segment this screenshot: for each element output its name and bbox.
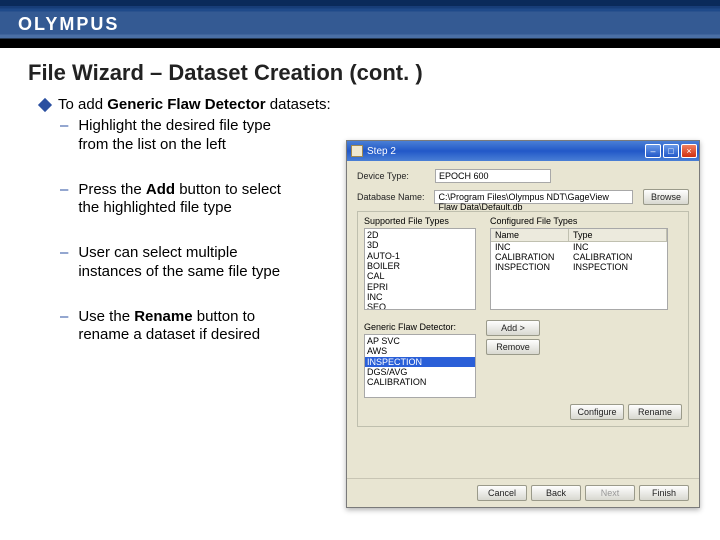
database-name-field[interactable]: C:\Program Files\Olympus NDT\GageView Fl… bbox=[434, 190, 633, 204]
list-item[interactable]: INC bbox=[367, 292, 473, 302]
intro-prefix: To add bbox=[58, 96, 107, 113]
sub-bullet: –Use the Rename button to rename a datas… bbox=[60, 308, 300, 346]
list-item[interactable]: 3D bbox=[367, 240, 473, 250]
database-name-row: Database Name: C:\Program Files\Olympus … bbox=[357, 189, 689, 205]
device-type-label: Device Type: bbox=[357, 171, 429, 181]
intro-suffix: datasets: bbox=[266, 96, 331, 113]
supported-label: Supported File Types bbox=[364, 216, 476, 226]
cell-type: INSPECTION bbox=[569, 262, 667, 272]
sub-bullet-list: –Highlight the desired file type from th… bbox=[60, 117, 300, 345]
sub-bullet-text: Press the Add button to select the highl… bbox=[78, 181, 300, 219]
wizard-dialog: Step 2 – □ × Device Type: EPOCH 600 Data… bbox=[346, 140, 700, 508]
sub-bullet: –Highlight the desired file type from th… bbox=[60, 117, 300, 155]
panel-columns: Supported File Types 2D3DAUTO-1BOILERCAL… bbox=[364, 216, 682, 310]
list-item[interactable]: BOILER bbox=[367, 261, 473, 271]
list-item[interactable]: 2D bbox=[367, 230, 473, 240]
th-type: Type bbox=[569, 229, 667, 241]
remove-button[interactable]: Remove bbox=[486, 339, 540, 355]
cell-name: INSPECTION bbox=[491, 262, 569, 272]
sub-bullet-text: Use the Rename button to rename a datase… bbox=[78, 308, 300, 346]
sub-bullet: –Press the Add button to select the high… bbox=[60, 181, 300, 219]
table-body: INCINCCALIBRATIONCALIBRATIONINSPECTIONIN… bbox=[491, 242, 667, 272]
sub-bullet: –User can select multiple instances of t… bbox=[60, 244, 300, 282]
add-button[interactable]: Add > bbox=[486, 320, 540, 336]
dash-icon: – bbox=[60, 117, 68, 155]
bullet1-text: To add Generic Flaw Detector datasets: bbox=[58, 96, 331, 113]
rename-button[interactable]: Rename bbox=[628, 404, 682, 420]
list-item[interactable]: CAL bbox=[367, 271, 473, 281]
device-type-field[interactable]: EPOCH 600 bbox=[435, 169, 551, 183]
list-item[interactable]: INSPECTION bbox=[365, 357, 475, 367]
configure-button[interactable]: Configure bbox=[570, 404, 624, 420]
brand-logo: OLYMPUS bbox=[18, 14, 119, 35]
window-buttons: – □ × bbox=[645, 144, 697, 158]
dash-icon: – bbox=[60, 308, 68, 346]
configure-rename-buttons: Configure Rename bbox=[364, 404, 682, 420]
cell-name: INC bbox=[491, 242, 569, 252]
dash-icon: – bbox=[60, 244, 68, 282]
list-item[interactable]: CALIBRATION bbox=[367, 377, 473, 387]
th-name: Name bbox=[491, 229, 569, 241]
close-button[interactable]: × bbox=[681, 144, 697, 158]
brand-banner: OLYMPUS bbox=[0, 0, 720, 48]
list-item[interactable]: AWS bbox=[367, 346, 473, 356]
device-type-row: Device Type: EPOCH 600 bbox=[357, 169, 689, 183]
dialog-body: Device Type: EPOCH 600 Database Name: C:… bbox=[347, 161, 699, 435]
cancel-button[interactable]: Cancel bbox=[477, 485, 527, 501]
generic-flaw-detector-list[interactable]: AP SVCAWSINSPECTIONDGS/AVGCALIBRATION bbox=[364, 334, 476, 398]
file-types-panel: Supported File Types 2D3DAUTO-1BOILERCAL… bbox=[357, 211, 689, 427]
back-button[interactable]: Back bbox=[531, 485, 581, 501]
cell-type: INC bbox=[569, 242, 667, 252]
cell-type: CALIBRATION bbox=[569, 252, 667, 262]
sub-bullet-text: Highlight the desired file type from the… bbox=[78, 117, 300, 155]
slide-title: File Wizard – Dataset Creation (cont. ) bbox=[28, 60, 720, 86]
table-header: Name Type bbox=[491, 229, 667, 242]
wizard-footer: Cancel Back Next Finish bbox=[347, 478, 699, 507]
supported-file-types-list[interactable]: 2D3DAUTO-1BOILERCALEPRIINCSEQSEQ+CPT2D+C… bbox=[364, 228, 476, 310]
supported-column: Supported File Types 2D3DAUTO-1BOILERCAL… bbox=[364, 216, 476, 310]
window-icon bbox=[351, 145, 363, 157]
intro-bold: Generic Flaw Detector bbox=[107, 96, 265, 113]
table-row[interactable]: INSPECTIONINSPECTION bbox=[491, 262, 667, 272]
list-item[interactable]: AP SVC bbox=[367, 336, 473, 346]
list-item[interactable]: SEQ bbox=[367, 302, 473, 310]
configured-column: Configured File Types Name Type INCINCCA… bbox=[490, 216, 668, 310]
list-item[interactable]: AUTO-1 bbox=[367, 251, 473, 261]
diamond-bullet-icon bbox=[38, 98, 52, 112]
configured-label: Configured File Types bbox=[490, 216, 668, 226]
finish-button[interactable]: Finish bbox=[639, 485, 689, 501]
table-row[interactable]: INCINC bbox=[491, 242, 667, 252]
minimize-button[interactable]: – bbox=[645, 144, 661, 158]
browse-button[interactable]: Browse bbox=[643, 189, 689, 205]
list-item[interactable]: EPRI bbox=[367, 282, 473, 292]
sub-bullet-text: User can select multiple instances of th… bbox=[78, 244, 300, 282]
maximize-button[interactable]: □ bbox=[663, 144, 679, 158]
add-remove-buttons: Add > Remove bbox=[486, 320, 540, 355]
cell-name: CALIBRATION bbox=[491, 252, 569, 262]
list-item[interactable]: DGS/AVG bbox=[367, 367, 473, 377]
table-row[interactable]: CALIBRATIONCALIBRATION bbox=[491, 252, 667, 262]
titlebar[interactable]: Step 2 – □ × bbox=[347, 141, 699, 161]
dash-icon: – bbox=[60, 181, 68, 219]
configured-file-types-table[interactable]: Name Type INCINCCALIBRATIONCALIBRATIONIN… bbox=[490, 228, 668, 310]
database-name-label: Database Name: bbox=[357, 192, 428, 202]
next-button[interactable]: Next bbox=[585, 485, 635, 501]
window-title: Step 2 bbox=[367, 146, 645, 157]
bullet-level1: To add Generic Flaw Detector datasets: bbox=[40, 96, 720, 113]
